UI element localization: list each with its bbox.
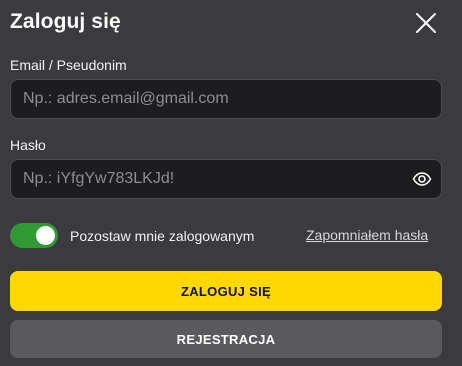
close-button[interactable] [413, 10, 439, 36]
password-field-container [10, 159, 442, 199]
remember-me-toggle[interactable] [10, 223, 58, 248]
email-label: Email / Pseudonim [10, 57, 127, 73]
remember-me-label: Pozostaw mnie zalogowanym [70, 228, 255, 244]
email-field[interactable] [23, 80, 403, 118]
email-field-container [10, 79, 442, 119]
password-field[interactable] [23, 160, 403, 198]
close-icon [416, 13, 436, 33]
show-password-button[interactable] [412, 170, 432, 188]
dialog-title: Zaloguj się [10, 10, 121, 33]
eye-icon [412, 172, 432, 186]
password-label: Hasło [10, 137, 46, 153]
register-button[interactable]: REJESTRACJA [10, 320, 442, 358]
forgot-password-link[interactable]: Zapomniałem hasła [306, 227, 428, 243]
toggle-knob [36, 226, 55, 245]
login-button[interactable]: ZALOGUJ SIĘ [10, 271, 442, 311]
